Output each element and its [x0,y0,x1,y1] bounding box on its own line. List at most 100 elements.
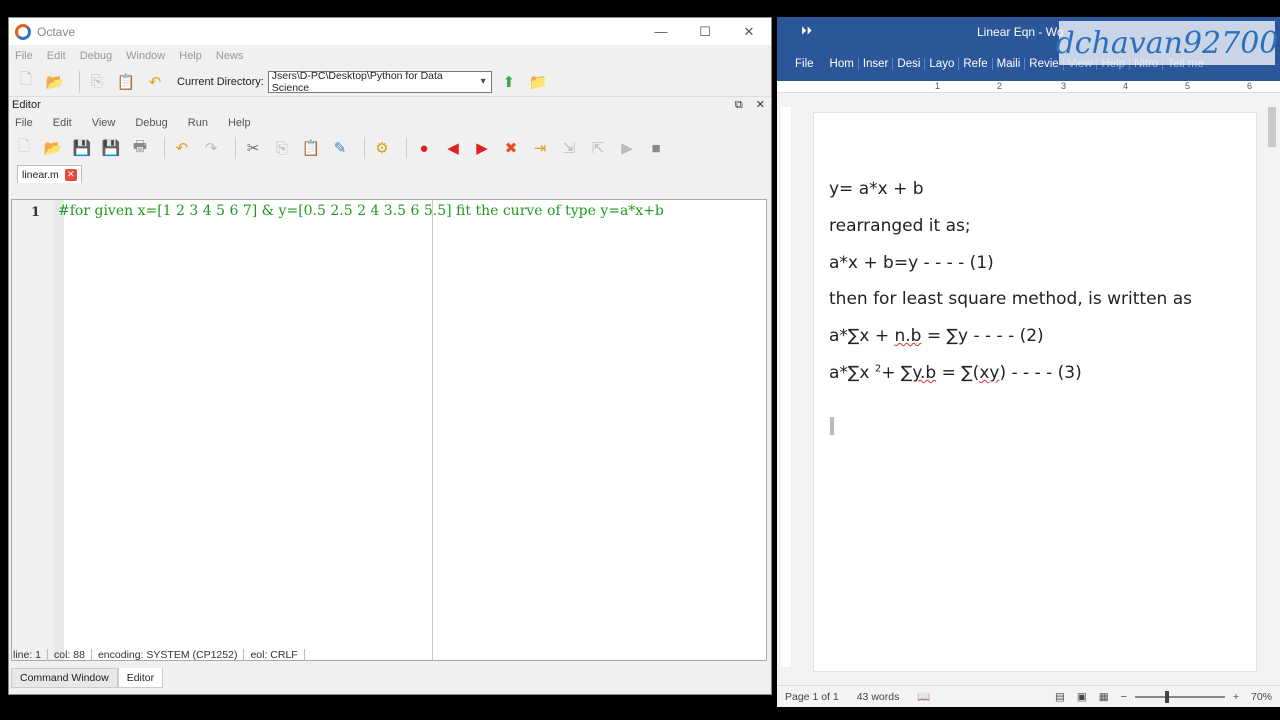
undo-edit-icon[interactable]: ↶ [171,137,193,159]
ribbon-tab-mailings[interactable]: Maili [993,58,1026,70]
breakpoint-icon[interactable]: ● [413,137,435,159]
editor-menu-debug[interactable]: Debug [135,117,167,129]
ribbon-tab-review[interactable]: Revie [1025,58,1064,70]
editor-header: Editor ⧉ ✕ [9,97,771,113]
undo-icon[interactable]: ↶ [144,71,166,93]
redo-icon[interactable]: ↷ [200,137,222,159]
vertical-scrollbar[interactable] [1266,97,1278,677]
menu-window[interactable]: Window [126,50,165,62]
doc-line-1[interactable]: y= a*x + b [829,179,924,199]
doc-line-6[interactable]: a*∑x 2+ ∑y.b = ∑(xy) - - - - (3) [829,363,1082,383]
open-folder-icon[interactable]: 📂 [44,71,66,93]
scrollbar-thumb[interactable] [1268,107,1276,147]
quick-access-icon[interactable]: ⏵⏵ [801,25,812,38]
editor-label: Editor [12,99,41,111]
vertical-ruler[interactable] [781,107,791,667]
editor-menu-view[interactable]: View [92,117,116,129]
step-in-icon[interactable]: ⇲ [558,137,580,159]
zoom-slider-knob[interactable] [1164,690,1169,703]
ruler-number: 6 [1247,81,1253,91]
word-status-bar: Page 1 of 1 43 words 📖 ▤ ▣ ▦ − + 70% [777,685,1280,707]
ribbon-tab-layout[interactable]: Layo [925,58,960,70]
zoom-in-icon[interactable]: + [1233,691,1239,703]
paste-icon[interactable]: 📋 [115,71,137,93]
tab-editor[interactable]: Editor [117,668,164,688]
step-out-icon[interactable]: ⇱ [587,137,609,159]
minimize-button[interactable]: — [639,18,683,45]
doc-line-2[interactable]: rearranged it as; [829,216,971,236]
continue-icon[interactable]: ▶ [616,137,638,159]
ribbon-tab-help[interactable]: Help [1097,58,1131,70]
ribbon-tab-references[interactable]: Refe [959,58,993,70]
read-mode-icon[interactable]: ▤ [1055,691,1065,703]
doc-line-4[interactable]: then for least square method, is written… [829,289,1192,309]
doc-line-6-part-f: ) - - - - (3) [999,363,1082,383]
close-editor-icon[interactable]: ✕ [756,99,765,111]
code-line-1[interactable]: #for given x=[1 2 3 4 5 6 7] & y=[0.5 2.… [58,203,664,219]
print-icon[interactable]: 🖶 [129,137,151,159]
new-file-icon[interactable]: 🗋 [15,71,37,93]
menu-debug[interactable]: Debug [80,50,112,62]
ribbon-tab-view[interactable]: View [1064,58,1098,70]
zoom-level[interactable]: 70% [1251,691,1272,703]
page-count[interactable]: Page 1 of 1 [785,691,839,703]
copy-icon[interactable]: ⎘ [86,71,108,93]
menu-file[interactable]: File [15,50,33,62]
web-layout-icon[interactable]: ▦ [1099,691,1109,703]
edge-column-line [432,200,433,660]
menu-edit[interactable]: Edit [47,50,66,62]
save-as-icon[interactable]: 💾 [100,137,122,159]
undock-icon[interactable]: ⧉ [735,99,743,111]
menu-news[interactable]: News [216,50,244,62]
new-script-icon[interactable]: 🗋 [13,137,35,159]
step-icon[interactable]: ⇥ [529,137,551,159]
tell-me-search[interactable]: Tell me [1163,58,1207,70]
zoom-out-icon[interactable]: − [1121,691,1127,703]
cut-icon[interactable]: ✂ [242,137,264,159]
zoom-control: ▤ ▣ ▦ − + 70% [1055,690,1272,703]
close-tab-icon[interactable]: ✕ [64,168,77,181]
paste-text-icon[interactable]: 📋 [300,137,322,159]
editor-menu-file[interactable]: File [15,117,33,129]
ribbon-tab-nitro[interactable]: Nitro [1130,58,1164,70]
octave-window: Octave — ☐ ✕ File Edit Debug Window Help… [8,17,772,695]
word-count[interactable]: 43 words [857,691,900,703]
browse-folder-icon[interactable]: 📁 [527,71,549,93]
status-col: col: 88 [54,649,92,661]
close-button[interactable]: ✕ [727,18,771,45]
tab-linear-m[interactable]: linear.m ✕ [17,165,82,183]
zoom-slider[interactable] [1134,690,1225,703]
word-title-bar: ⏵⏵ Linear Eqn - Wo dchavan92700 File Hom… [777,17,1280,81]
ribbon-tab-insert[interactable]: Inser [859,58,894,70]
stop-icon[interactable]: ■ [645,137,667,159]
code-editor[interactable]: 1 #for given x=[1 2 3 4 5 6 7] & y=[0.5 … [11,199,767,661]
editor-toolbar: 🗋 📂 💾 💾 🖶 ↶ ↷ ✂ ⎘ 📋 ✎ ⚙ ● ◀ ▶ ✖ ⇥ ⇲ ⇱ ▶ … [9,133,771,163]
ribbon-tab-file[interactable]: File [777,58,826,70]
ribbon-tab-home[interactable]: Hom [826,58,859,70]
save-icon[interactable]: 💾 [71,137,93,159]
editor-menu-run[interactable]: Run [188,117,208,129]
document-page[interactable]: y= a*x + b rearranged it as; a*x + b=y -… [813,112,1257,672]
doc-line-3[interactable]: a*x + b=y - - - - (1) [829,253,994,273]
proofing-icon[interactable]: 📖 [917,690,930,703]
chevron-down-icon[interactable]: ▾ [475,76,490,87]
previous-breakpoint-icon[interactable]: ◀ [442,137,464,159]
remove-breakpoints-icon[interactable]: ✖ [500,137,522,159]
tab-command-window[interactable]: Command Window [11,668,118,688]
up-directory-icon[interactable]: ⬆ [498,71,520,93]
maximize-button[interactable]: ☐ [683,18,727,45]
doc-line-5[interactable]: a*∑x + n.b = ∑y - - - - (2) [829,326,1044,346]
editor-menu-edit[interactable]: Edit [53,117,72,129]
save-and-run-icon[interactable]: ⚙ [371,137,393,159]
copy-text-icon[interactable]: ⎘ [271,137,293,159]
editor-menu-help[interactable]: Help [228,117,251,129]
open-script-icon[interactable]: 📂 [42,137,64,159]
menu-help[interactable]: Help [179,50,202,62]
ribbon-tab-design[interactable]: Desi [893,58,926,70]
horizontal-ruler[interactable]: 1 2 3 4 5 6 [777,81,1280,93]
next-breakpoint-icon[interactable]: ▶ [471,137,493,159]
current-directory-select[interactable]: Jsers\D-PC\Desktop\Python for Data Scien… [267,70,492,94]
doc-line-6-part-b: + [881,363,901,383]
print-layout-icon[interactable]: ▣ [1077,691,1087,703]
find-icon[interactable]: ✎ [329,137,351,159]
